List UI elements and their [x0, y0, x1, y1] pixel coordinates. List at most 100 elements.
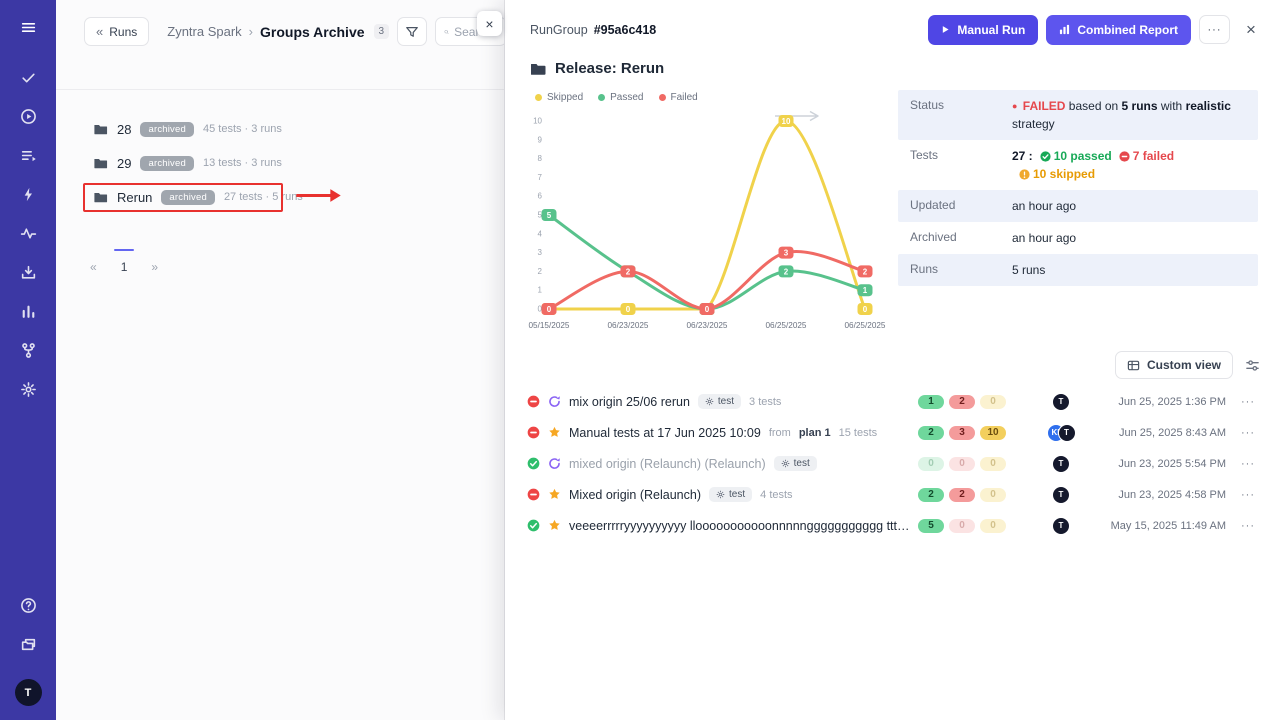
panel-close-button[interactable]: ×	[477, 11, 502, 36]
run-more-button[interactable]: ···	[1234, 458, 1262, 470]
custom-view-label: Custom view	[1147, 358, 1221, 372]
rungroup-header: RunGroup #95a6c418 Manual Run Combined R…	[505, 0, 1280, 48]
run-row[interactable]: veeeerrrrryyyyyyyyyy llooooooooooonnnnng…	[521, 510, 1268, 541]
run-row[interactable]: Manual tests at 17 Jun 2025 10:09frompla…	[521, 417, 1268, 448]
funnel-icon	[405, 25, 419, 39]
run-date: Jun 25, 2025 8:43 AM	[1098, 427, 1226, 439]
svg-text:0: 0	[863, 305, 868, 314]
runs-count-row: Runs 5 runs	[898, 254, 1258, 286]
run-avatar[interactable]: T	[1052, 517, 1070, 535]
run-list-icon[interactable]	[14, 141, 42, 169]
inbox-in-icon[interactable]	[14, 258, 42, 286]
git-fork-icon[interactable]	[14, 336, 42, 364]
passed-count-pill: 2	[918, 426, 944, 440]
trend-line-chart: 01234567891005/15/202506/23/202506/23/20…	[523, 107, 905, 335]
runs-list: mix origin 25/06 reruntest3 tests 120 T …	[521, 386, 1268, 541]
activity-icon[interactable]	[14, 219, 42, 247]
run-avatar[interactable]: T	[1052, 393, 1070, 411]
run-status-failed-icon	[527, 488, 540, 501]
group-row-29[interactable]: 29 archived 13 tests · 3 runs	[56, 146, 504, 180]
test-tag-badge: test	[698, 394, 741, 409]
failed-count-pill: 2	[949, 488, 975, 502]
status-text-1: based on	[1069, 99, 1118, 113]
play-circle-icon[interactable]	[14, 102, 42, 130]
run-title[interactable]: mixed origin (Relaunch) (Relaunch)	[569, 457, 766, 471]
folders-icon[interactable]	[14, 630, 42, 658]
group-row-28[interactable]: 28 archived 45 tests · 3 runs	[56, 112, 504, 146]
run-avatars: T	[1032, 455, 1090, 473]
run-date: Jun 23, 2025 4:58 PM	[1098, 489, 1226, 501]
run-more-button[interactable]: ···	[1234, 489, 1262, 501]
gear-icon	[716, 490, 725, 499]
sidebar-top-icons	[14, 13, 42, 414]
run-title[interactable]: Mixed origin (Relaunch)	[569, 488, 701, 502]
legend-failed: Failed	[659, 92, 698, 103]
breadcrumb-project[interactable]: Zyntra Spark	[167, 24, 241, 39]
groups-archive-panel: « Runs Zyntra Spark › Groups Archive 3 2…	[56, 0, 505, 720]
run-avatar[interactable]: T	[1052, 486, 1070, 504]
run-tests-count: 15 tests	[839, 427, 878, 439]
custom-view-button[interactable]: Custom view	[1115, 351, 1233, 379]
menu-icon[interactable]	[14, 13, 42, 41]
back-to-runs-button[interactable]: « Runs	[84, 17, 149, 46]
rungroup-info-table: Status ● FAILED based on 5 runs with rea…	[898, 90, 1258, 286]
run-plan-link[interactable]: plan 1	[799, 427, 831, 439]
run-title[interactable]: mix origin 25/06 rerun	[569, 395, 690, 409]
archived-badge: archived	[140, 156, 194, 171]
run-more-button[interactable]: ···	[1234, 427, 1262, 439]
svg-text:10: 10	[533, 117, 542, 126]
detail-close-button[interactable]: ×	[1238, 15, 1264, 44]
passed-count-pill: 0	[918, 457, 944, 471]
folder-icon	[93, 122, 108, 137]
manual-run-button[interactable]: Manual Run	[928, 15, 1038, 45]
breadcrumb-current: Groups Archive	[260, 24, 365, 40]
display-settings-icon[interactable]	[1245, 358, 1260, 373]
sidebar: T	[0, 0, 56, 720]
run-title[interactable]: Manual tests at 17 Jun 2025 10:09	[569, 426, 761, 440]
run-row[interactable]: mixed origin (Relaunch) (Relaunch)test 0…	[521, 448, 1268, 479]
check-icon[interactable]	[14, 63, 42, 91]
run-avatar[interactable]: T	[1058, 424, 1076, 442]
manual-run-label: Manual Run	[957, 23, 1025, 37]
updated-value: an hour ago	[1012, 197, 1076, 215]
run-row[interactable]: mix origin 25/06 reruntest3 tests 120 T …	[521, 386, 1268, 417]
run-row[interactable]: Mixed origin (Relaunch)test4 tests 220 T…	[521, 479, 1268, 510]
run-main: Mixed origin (Relaunch)test4 tests	[569, 487, 910, 502]
play-icon	[941, 25, 950, 34]
run-avatar[interactable]: T	[1052, 455, 1070, 473]
more-actions-button[interactable]: ···	[1199, 15, 1230, 44]
minus-circle-icon	[1119, 151, 1130, 162]
sidebar-bottom-icons	[14, 591, 42, 669]
filter-button[interactable]	[397, 17, 427, 46]
app-root: T « Runs Zyntra Spark › Groups Archive 3	[0, 0, 1280, 720]
passed-count-pill: 2	[918, 488, 944, 502]
run-more-button[interactable]: ···	[1234, 396, 1262, 408]
pagination-page-1[interactable]: 1	[117, 256, 132, 278]
group-row-Rerun[interactable]: Rerun archived 27 tests · 5 runs	[56, 180, 504, 214]
run-more-button[interactable]: ···	[1234, 520, 1262, 532]
tests-skipped: 10 skipped	[1019, 167, 1095, 181]
bar-chart-icon[interactable]	[14, 297, 42, 325]
updated-row: Updated an hour ago	[898, 190, 1258, 222]
user-avatar[interactable]: T	[15, 679, 42, 706]
group-meta: 27 tests · 5 runs	[224, 191, 303, 203]
svg-text:2: 2	[626, 267, 631, 276]
run-title[interactable]: veeeerrrrryyyyyyyyyy llooooooooooonnnnng…	[569, 519, 910, 533]
rungroup-title-text: Release: Rerun	[555, 60, 664, 77]
pagination-prev-button[interactable]: «	[86, 256, 101, 278]
run-result-counts: 000	[918, 457, 1024, 471]
flaky-icon[interactable]	[14, 180, 42, 208]
alert-circle-icon	[1019, 169, 1030, 180]
pagination-next-button[interactable]: »	[147, 256, 162, 278]
combined-report-button[interactable]: Combined Report	[1046, 15, 1191, 45]
header-actions: Manual Run Combined Report ··· ×	[928, 15, 1264, 45]
gear-icon[interactable]	[14, 375, 42, 403]
help-icon[interactable]	[14, 591, 42, 619]
back-to-runs-label: Runs	[109, 25, 137, 39]
skipped-count-pill: 10	[980, 426, 1006, 440]
runs-count-value: 5 runs	[1012, 261, 1045, 279]
tests-total: 27 :	[1012, 149, 1033, 163]
run-avatars: KIT	[1032, 424, 1090, 442]
skipped-count-pill: 0	[980, 457, 1006, 471]
rungroup-title: Release: Rerun	[530, 60, 1280, 77]
